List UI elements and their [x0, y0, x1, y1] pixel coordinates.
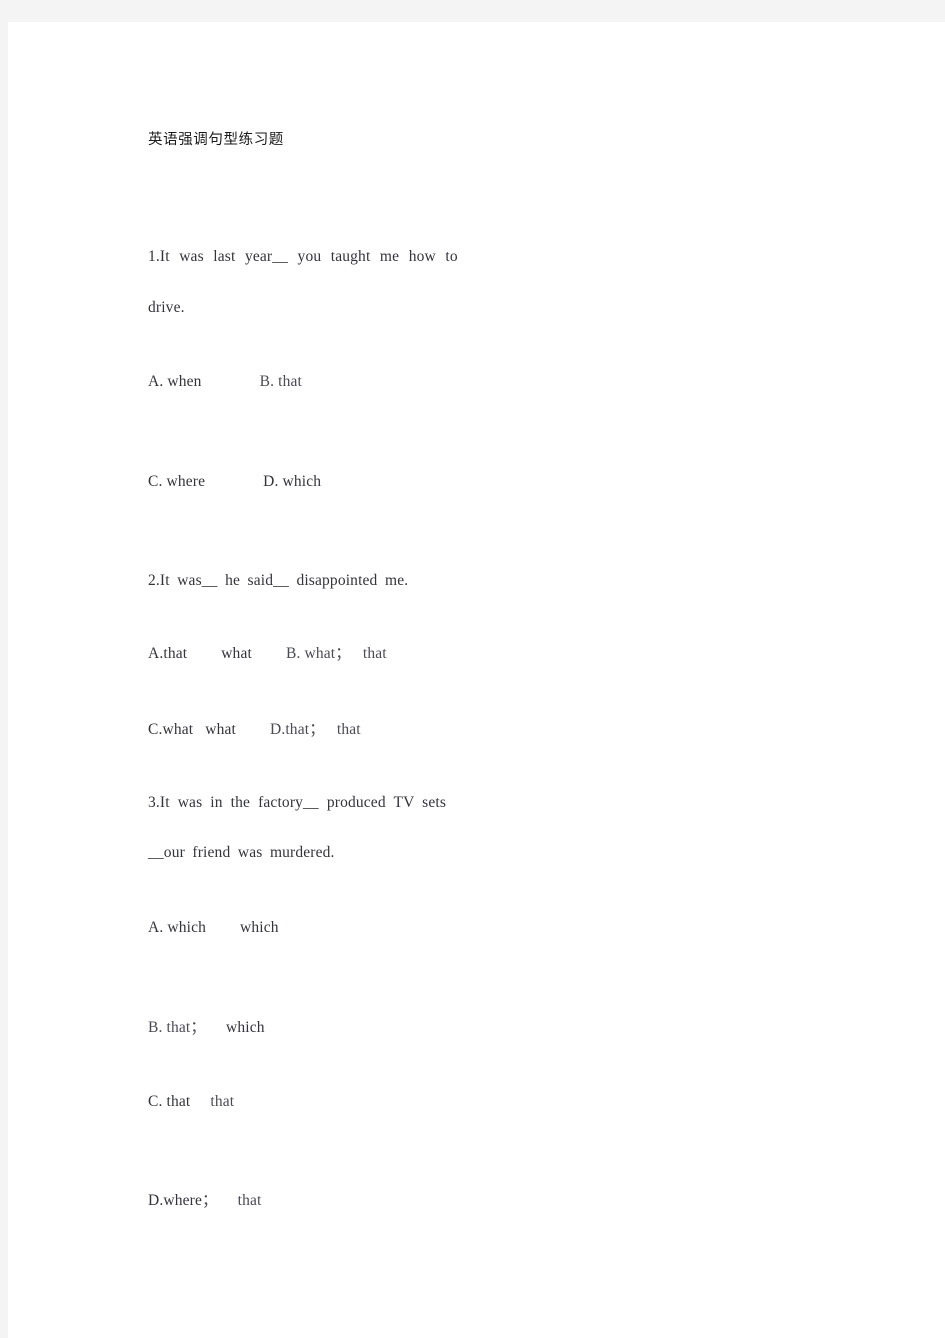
question-3-option-d-first[interactable]: D.where: [148, 1192, 202, 1209]
question-2-option-c-first[interactable]: C.what: [148, 721, 193, 738]
question-2-options-row-2: C.what what D.that； that: [148, 721, 361, 740]
question-1-stem-line-1: 1.It was last year__ you taught me how t…: [148, 248, 458, 265]
question-3-options-row-c: C. that that: [148, 1093, 234, 1112]
question-1-stem-line-2: drive.: [148, 299, 185, 316]
question-3-option-d-second[interactable]: that: [238, 1192, 262, 1209]
document-page: 英语强调句型练习题 1.It was last year__ you taugh…: [8, 22, 945, 1338]
question-3-stem-line-2: __our friend was murdered.: [148, 844, 335, 861]
question-3-options-row-b: B. that； which: [148, 1019, 265, 1038]
question-3-option-b-first[interactable]: B. that: [148, 1019, 190, 1036]
question-1-options-row-2: C. where D. which: [148, 473, 321, 492]
question-3-option-a-second[interactable]: which: [240, 919, 279, 936]
question-3-options-row-a: A. which which: [148, 919, 279, 938]
question-1-option-a[interactable]: A. when: [148, 373, 202, 390]
question-3-option-a-first[interactable]: A. which: [148, 919, 206, 936]
question-2-option-d-second[interactable]: that: [337, 721, 361, 738]
question-2-option-b-separator: ；: [335, 645, 351, 662]
question-1-options-row-1: A. when B. that: [148, 373, 302, 392]
question-2-option-a-second[interactable]: what: [221, 645, 252, 662]
question-3-options-row-d: D.where； that: [148, 1192, 261, 1211]
question-2-option-b-second[interactable]: that: [363, 645, 387, 662]
question-2-option-b-first[interactable]: B. what: [286, 645, 335, 662]
question-1-option-c[interactable]: C. where: [148, 473, 205, 490]
question-3-option-c-second[interactable]: that: [210, 1093, 234, 1110]
question-3-option-d-separator: ；: [201, 1192, 218, 1209]
question-1-option-d[interactable]: D. which: [263, 473, 321, 490]
question-3-option-b-separator: ；: [190, 1019, 207, 1036]
question-2-stem-line-1: 2.It was__ he said__ disappointed me.: [148, 572, 409, 589]
question-2-option-d-first[interactable]: D.that: [270, 721, 309, 738]
question-3-option-c-first[interactable]: C. that: [148, 1093, 190, 1110]
question-2-option-a-first[interactable]: A.that: [148, 645, 187, 662]
question-2-option-c-second[interactable]: what: [205, 721, 236, 738]
question-3-option-b-second[interactable]: which: [226, 1019, 265, 1036]
document-title: 英语强调句型练习题: [148, 132, 284, 148]
question-3-stem-line-1: 3.It was in the factory__ produced TV se…: [148, 794, 447, 811]
question-1-option-b[interactable]: B. that: [260, 373, 302, 390]
question-2-options-row-1: A.that what B. what； that: [148, 645, 387, 664]
question-2-option-d-separator: ；: [309, 721, 325, 738]
